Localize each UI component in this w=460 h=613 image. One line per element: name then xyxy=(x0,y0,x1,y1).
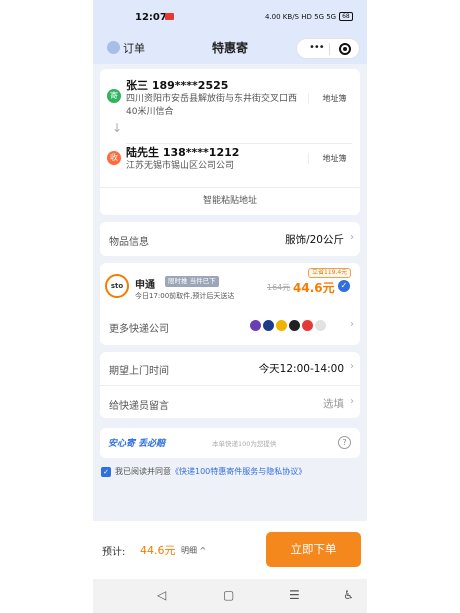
system-nav-bar: ◁ ▢ ☰ ♿ xyxy=(93,579,367,613)
more-courier-logos[interactable] xyxy=(249,319,344,332)
courier-logo-icon xyxy=(262,319,275,332)
sender-address-book-button[interactable]: 地址簿 xyxy=(308,93,360,104)
back-icon[interactable]: ◁ xyxy=(157,588,166,602)
home-icon[interactable]: ▢ xyxy=(223,588,234,602)
goods-label: 物品信息 xyxy=(109,237,149,248)
courier-logo-icon xyxy=(249,319,262,332)
signal-text: 4.00 KB/S HD 5G 5G xyxy=(265,12,337,21)
courier-card: sto 申通 限时推 当件已下 今日17:00前取件,预计后天送达 立省119.… xyxy=(100,263,360,345)
detail-label: 明细 xyxy=(181,546,197,555)
safe-logo: 安心寄 丢必赔 xyxy=(108,439,166,449)
place-order-button[interactable]: 立即下单 xyxy=(266,532,361,567)
address-card: 寄 张三 189****2525 四川资阳市安岳县解放街与东井街交叉口西40米川… xyxy=(100,69,360,215)
recents-icon[interactable]: ☰ xyxy=(289,588,300,602)
chevron-right-icon: › xyxy=(350,361,354,372)
goods-row[interactable]: 物品信息 服饰/20公斤 › xyxy=(100,222,360,256)
new-price: 44.6元 xyxy=(293,281,335,295)
more-dots-icon[interactable]: ••• xyxy=(309,42,325,53)
chevron-right-icon: › xyxy=(350,396,354,407)
courier-logo-icon xyxy=(275,319,288,332)
courier-logo-icon xyxy=(288,319,301,332)
old-price: 164元 xyxy=(267,283,291,292)
arrow-down-icon: ↓ xyxy=(112,121,123,135)
sender-address[interactable]: 四川资阳市安岳县解放街与东井街交叉口西40米川信合 xyxy=(126,93,304,119)
accessibility-icon[interactable]: ♿ xyxy=(343,588,354,602)
selected-check-icon[interactable]: ✓ xyxy=(338,280,350,292)
receiver-badge: 收 xyxy=(107,151,121,165)
receiver-address-book-button[interactable]: 地址簿 xyxy=(308,153,360,164)
mini-program-capsule: ••• xyxy=(296,38,360,59)
message-label[interactable]: 给快递员留言 xyxy=(109,397,169,412)
target-icon[interactable] xyxy=(339,43,351,55)
battery-icon: 68 xyxy=(339,12,353,21)
safe-text: 本单快递100为您提供 xyxy=(212,440,277,448)
smart-paste-button[interactable]: 智能粘贴地址 xyxy=(100,193,360,206)
chevron-right-icon: › xyxy=(350,232,354,243)
agreement-prefix: 我已阅读并同意 xyxy=(115,467,171,476)
agreement-text: 我已阅读并同意《快递100特惠寄件服务与隐私协议》 xyxy=(115,466,306,477)
pickup-time-value[interactable]: 今天12:00-14:00 xyxy=(259,361,344,376)
estimate-label: 预计: xyxy=(102,547,126,558)
pickup-time-label[interactable]: 期望上门时间 xyxy=(109,362,169,377)
agreement-link[interactable]: 《快递100特惠寄件服务与隐私协议》 xyxy=(171,467,306,476)
help-icon[interactable]: ? xyxy=(338,436,351,449)
courier-logo-icon xyxy=(314,319,327,332)
detail-toggle[interactable]: 明细 ^ xyxy=(181,545,206,556)
chevron-right-icon: › xyxy=(350,319,354,330)
courier-tag: 限时推 当件已下 xyxy=(165,276,219,287)
receiver-address[interactable]: 江苏无锡市锡山区公司公司 xyxy=(126,160,304,173)
sender-badge: 寄 xyxy=(107,89,121,103)
message-value[interactable]: 选填 xyxy=(323,396,344,411)
divider xyxy=(100,385,360,386)
receiver-name[interactable]: 陆先生 138****1212 xyxy=(126,144,239,160)
estimate-price: 44.6元 xyxy=(140,544,176,557)
capsule-divider xyxy=(329,43,330,55)
status-right: 4.00 KB/S HD 5G 5G 68 xyxy=(265,12,353,21)
sto-logo: sto xyxy=(105,274,129,298)
bottom-bar: 预计: 44.6元 明细 ^ 立即下单 xyxy=(93,521,367,579)
safe-card: 安心寄 丢必赔 本单快递100为您提供 ? xyxy=(100,428,360,458)
chevron-up-icon: ^ xyxy=(197,546,207,555)
phone-screen: 12:07 4.00 KB/S HD 5G 5G 68 订单 特惠寄 ••• 寄… xyxy=(93,0,367,613)
notification-icon xyxy=(165,13,174,20)
divider xyxy=(100,187,360,188)
more-courier-label[interactable]: 更多快递公司 xyxy=(109,320,169,335)
goods-value: 服饰/20公斤 xyxy=(285,234,344,246)
courier-logo-icon xyxy=(301,319,314,332)
status-bar: 12:07 4.00 KB/S HD 5G 5G 68 xyxy=(93,0,367,34)
agreement-checkbox[interactable]: ✓ xyxy=(101,467,111,477)
save-badge: 立省119.4元 xyxy=(308,268,352,278)
nav-bar: 订单 特惠寄 ••• xyxy=(93,34,367,64)
courier-description: 今日17:00前取件,预计后天送达 xyxy=(135,292,235,300)
status-time: 12:07 xyxy=(135,12,167,23)
courier-name: 申通 xyxy=(135,280,155,291)
time-message-card: 期望上门时间 今天12:00-14:00 › 给快递员留言 选填 › xyxy=(100,352,360,418)
sender-name[interactable]: 张三 189****2525 xyxy=(126,77,228,93)
